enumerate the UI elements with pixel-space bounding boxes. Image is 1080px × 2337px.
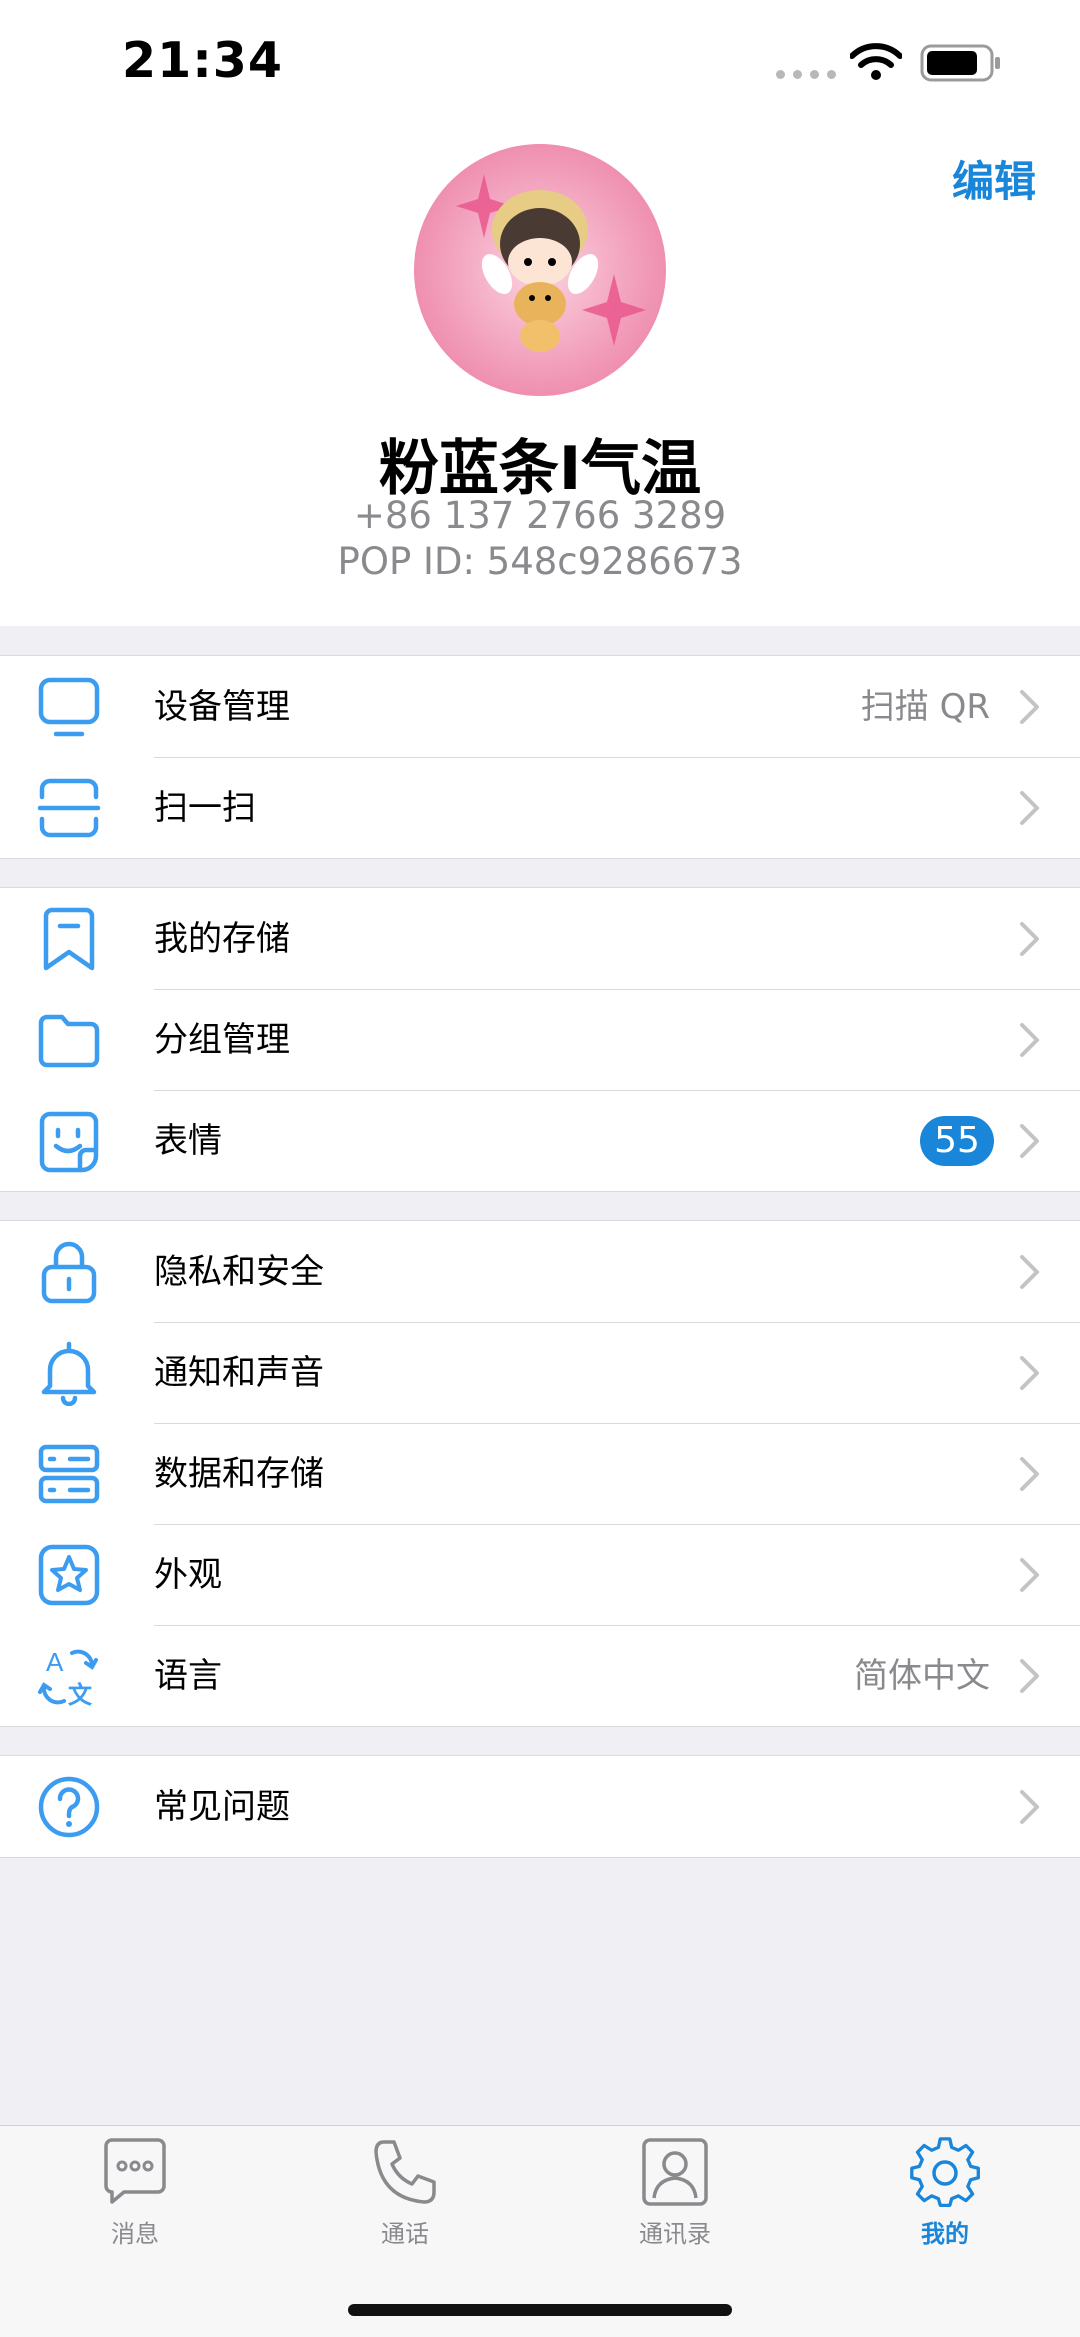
- cellular-signal-icon: [776, 70, 836, 79]
- status-time: 21:34: [122, 32, 283, 89]
- tab-contacts[interactable]: 通讯录: [540, 2136, 810, 2249]
- settings-group-content: 我的存储 分组管理 表情 55: [0, 887, 1080, 1192]
- row-label: 表情: [154, 1121, 222, 1161]
- row-label: 扫一扫: [154, 788, 256, 828]
- row-label: 设备管理: [154, 687, 290, 727]
- wifi-icon: [850, 43, 902, 80]
- edit-button[interactable]: 编辑: [952, 148, 1036, 209]
- row-value: 扫描 QR: [860, 687, 990, 727]
- star-icon: [38, 1544, 100, 1606]
- settings-row-folders[interactable]: 分组管理: [0, 989, 1080, 1090]
- settings-group-help: 常见问题: [0, 1755, 1080, 1858]
- tab-label: 我的: [921, 2220, 969, 2248]
- row-label: 数据和存储: [154, 1454, 324, 1494]
- settings-row-scan[interactable]: 扫一扫: [0, 757, 1080, 858]
- translate-icon: A 文: [38, 1647, 98, 1709]
- svg-text:A: A: [46, 1647, 64, 1677]
- chevron-right-icon: [1020, 1659, 1039, 1693]
- settings-row-data-storage[interactable]: 数据和存储: [0, 1423, 1080, 1524]
- settings-row-notifications[interactable]: 通知和声音: [0, 1322, 1080, 1423]
- home-indicator: [348, 2304, 732, 2316]
- tab-me[interactable]: 我的: [810, 2136, 1080, 2249]
- settings-group-devices: 设备管理 扫描 QR 扫一扫: [0, 655, 1080, 859]
- settings-row-appearance[interactable]: 外观: [0, 1524, 1080, 1625]
- chevron-right-icon: [1020, 1023, 1039, 1057]
- settings-row-language[interactable]: A 文 语言 简体中文: [0, 1625, 1080, 1726]
- settings-row-stickers[interactable]: 表情 55: [0, 1090, 1080, 1191]
- tab-messages[interactable]: 消息: [0, 2136, 270, 2249]
- chevron-right-icon: [1020, 1457, 1039, 1491]
- monitor-icon: [38, 677, 100, 737]
- chat-icon: [104, 2138, 166, 2204]
- contacts-icon: [642, 2138, 708, 2206]
- row-label: 外观: [154, 1555, 222, 1595]
- row-label: 语言: [154, 1656, 222, 1696]
- profile-pop-id: POP ID: 548c9286673: [337, 540, 743, 583]
- settings-row-my-storage[interactable]: 我的存储: [0, 888, 1080, 989]
- gear-icon: [910, 2137, 980, 2208]
- tab-label: 消息: [111, 2220, 159, 2248]
- chevron-right-icon: [1020, 1255, 1039, 1289]
- chevron-right-icon: [1020, 791, 1039, 825]
- battery-icon: [920, 44, 1000, 82]
- folder-icon: [38, 1014, 100, 1068]
- tab-label: 通讯录: [639, 2220, 711, 2248]
- server-icon: [38, 1444, 100, 1504]
- chevron-right-icon: [1020, 1356, 1039, 1390]
- row-label: 隐私和安全: [154, 1252, 324, 1292]
- settings-group-preferences: 隐私和安全 通知和声音 数据和存储 外观 A 文 语言 简体中文: [0, 1220, 1080, 1727]
- svg-text:文: 文: [68, 1681, 93, 1709]
- chevron-right-icon: [1020, 1790, 1039, 1824]
- stickers-count-badge: 55: [920, 1116, 994, 1166]
- chevron-right-icon: [1020, 922, 1039, 956]
- tab-calls[interactable]: 通话: [270, 2136, 540, 2249]
- settings-row-privacy[interactable]: 隐私和安全: [0, 1221, 1080, 1322]
- tab-label: 通话: [381, 2220, 429, 2248]
- profile-header: 21:34 编辑 粉蓝条I气温 +86 137 2766 3289 POP ID…: [0, 0, 1080, 626]
- sticker-icon: [39, 1111, 99, 1173]
- chevron-right-icon: [1020, 1558, 1039, 1592]
- help-icon: [38, 1776, 100, 1838]
- chevron-right-icon: [1020, 690, 1039, 724]
- avatar[interactable]: [414, 144, 666, 396]
- row-value: 简体中文: [854, 1656, 990, 1696]
- row-label: 分组管理: [154, 1020, 290, 1060]
- row-label: 通知和声音: [154, 1353, 324, 1393]
- scan-icon: [37, 778, 101, 838]
- row-label: 我的存储: [154, 919, 290, 959]
- profile-phone: +86 137 2766 3289: [353, 494, 727, 537]
- bookmark-icon: [43, 907, 95, 971]
- settings-screen: 21:34 编辑 粉蓝条I气温 +86 137 2766 3289 POP ID…: [0, 0, 1080, 2337]
- row-label: 常见问题: [154, 1787, 290, 1827]
- phone-icon: [374, 2140, 436, 2204]
- settings-row-device-management[interactable]: 设备管理 扫描 QR: [0, 656, 1080, 757]
- chevron-right-icon: [1020, 1124, 1039, 1158]
- bell-icon: [41, 1341, 97, 1406]
- settings-row-faq[interactable]: 常见问题: [0, 1756, 1080, 1857]
- lock-icon: [41, 1241, 97, 1304]
